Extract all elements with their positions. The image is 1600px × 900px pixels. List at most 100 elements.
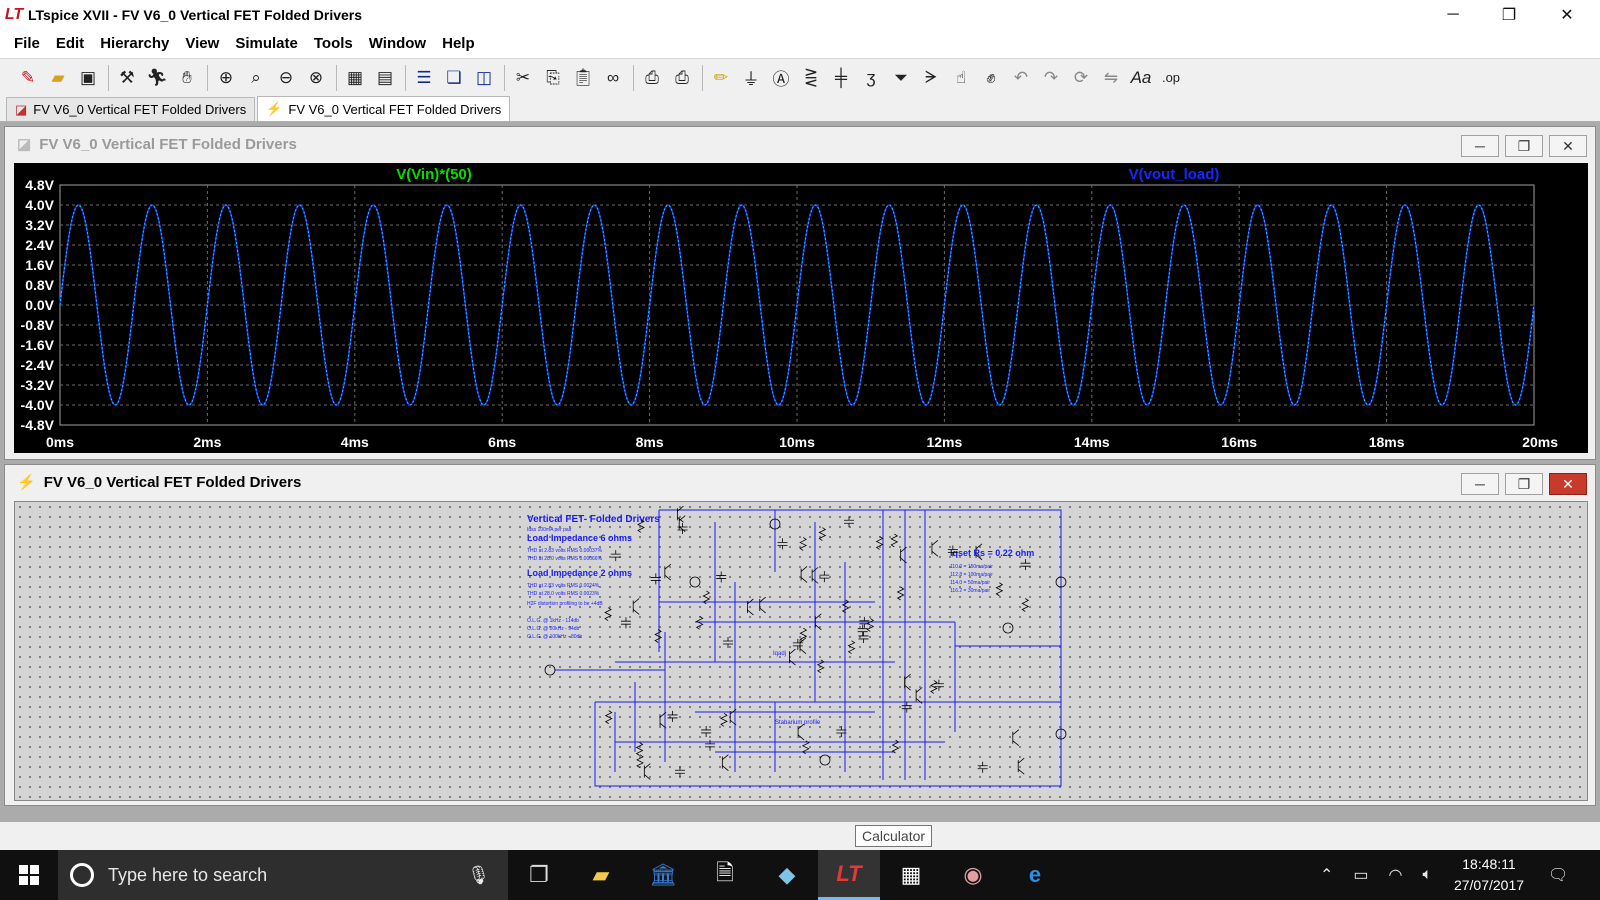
- calculator-icon[interactable]: ▦: [880, 850, 942, 900]
- volume-icon[interactable]: 🔈︎: [1423, 866, 1433, 884]
- taskbar-clock[interactable]: 18:48:11 27/07/2017: [1434, 854, 1544, 896]
- open-icon[interactable]: ▰: [44, 64, 72, 92]
- capacitor-icon[interactable]: ╪: [827, 64, 855, 92]
- draw-wire-icon[interactable]: ✏: [707, 64, 735, 92]
- capacitor: [716, 571, 727, 583]
- print-setup-icon[interactable]: ⎙: [638, 64, 666, 92]
- start-button[interactable]: [0, 850, 58, 900]
- tab-schematic[interactable]: ⚡ FV V6_0 Vertical FET Folded Drivers: [257, 96, 511, 121]
- move-icon[interactable]: ✊︎: [977, 64, 1005, 92]
- undo-icon[interactable]: ↶: [1007, 64, 1035, 92]
- resistor: [799, 627, 808, 642]
- menu-view[interactable]: View: [177, 30, 227, 58]
- ltspice-taskbar-icon[interactable]: LT: [818, 850, 880, 900]
- menu-edit[interactable]: Edit: [48, 30, 92, 58]
- redo-icon[interactable]: ↷: [1037, 64, 1065, 92]
- edge-browser-icon[interactable]: e: [1004, 850, 1066, 900]
- autorange-icon[interactable]: ▦: [341, 64, 369, 92]
- transistor: [797, 723, 805, 741]
- transistor: [664, 563, 672, 581]
- schematic-note-thd6b: THD at 28.0 volts RMS 0.00066%: [527, 556, 603, 562]
- mirror-icon[interactable]: ⇋: [1097, 64, 1125, 92]
- resistor: [635, 742, 644, 756]
- menu-hierarchy[interactable]: Hierarchy: [92, 30, 177, 58]
- menu-file[interactable]: File: [6, 30, 48, 58]
- zoom-out-icon[interactable]: ⊖: [272, 64, 300, 92]
- control-panel-icon[interactable]: ⚒: [113, 64, 141, 92]
- resistor: [896, 586, 905, 601]
- document-icon[interactable]: 🗎: [694, 850, 756, 900]
- taskbar-search[interactable]: Type here to search 🎙︎: [58, 850, 508, 900]
- waveform-plot[interactable]: 4.8V 4.0V 3.2V 2.4V 1.6V 0.8V 0.0V -0.8V -1.6V -2…: [14, 163, 1588, 453]
- paint-icon[interactable]: ◉: [942, 850, 1004, 900]
- ground-icon[interactable]: ⏚: [737, 64, 765, 92]
- resistor: [818, 527, 827, 541]
- resistor: [604, 607, 612, 621]
- resistor-icon[interactable]: ⋛: [797, 64, 825, 92]
- grid-icon[interactable]: ▤: [371, 64, 399, 92]
- ltspice-logo-icon: LT: [4, 6, 24, 23]
- drag-icon[interactable]: ☝︎: [947, 64, 975, 92]
- microphone-icon[interactable]: 🎙︎: [467, 865, 490, 886]
- schematic-canvas[interactable]: Vertical FET- Folded Drivers Idss 100mA …: [14, 501, 1588, 801]
- tile-vertical-icon[interactable]: ◫: [470, 64, 498, 92]
- label-net-icon[interactable]: Ⓐ: [767, 64, 795, 92]
- capacitor: [723, 636, 734, 648]
- component-icon[interactable]: ᗒ: [917, 64, 945, 92]
- schematic-note-load2: Load Impedance 2 ohms: [527, 568, 632, 578]
- waveform-maximize-button[interactable]: ❐: [1505, 135, 1543, 157]
- transistor: [721, 754, 729, 771]
- schematic-maximize-button[interactable]: ❐: [1505, 473, 1543, 495]
- menu-help[interactable]: Help: [434, 30, 483, 58]
- x-tick-label: 8ms: [636, 434, 664, 450]
- run-icon[interactable]: 🏃︎: [143, 64, 171, 92]
- new-schematic-icon[interactable]: ✎: [14, 64, 42, 92]
- action-center-icon[interactable]: 🗨︎: [1548, 850, 1568, 900]
- notepad-icon[interactable]: ◆: [756, 850, 818, 900]
- schematic-note-iq3: 114.0 = 50ma/pair: [950, 580, 990, 586]
- cascade-icon[interactable]: ❏: [440, 64, 468, 92]
- find-icon[interactable]: ∞: [599, 64, 627, 92]
- waveform-minimize-button[interactable]: ─: [1461, 135, 1499, 157]
- diode-icon[interactable]: ⏷: [887, 64, 915, 92]
- x-tick-label: 12ms: [926, 434, 962, 450]
- chevron-up-icon[interactable]: ⌃: [1320, 865, 1333, 885]
- battery-icon[interactable]: ▭: [1353, 865, 1368, 885]
- halt-icon[interactable]: ✋︎: [173, 64, 201, 92]
- print-icon[interactable]: ⎙: [668, 64, 696, 92]
- text-icon[interactable]: Aa: [1127, 64, 1155, 92]
- schematic-minimize-button[interactable]: ─: [1461, 473, 1499, 495]
- y-tick-label: -4.8V: [21, 417, 55, 433]
- zoom-rect-icon[interactable]: ⌕: [242, 64, 270, 92]
- save-icon[interactable]: ▣: [74, 64, 102, 92]
- file-explorer-icon[interactable]: ▰: [570, 850, 632, 900]
- waveform-close-button[interactable]: ✕: [1549, 135, 1587, 157]
- rotate-icon[interactable]: ⟳: [1067, 64, 1095, 92]
- cut-icon[interactable]: ✂: [509, 64, 537, 92]
- menu-simulate[interactable]: Simulate: [227, 30, 306, 58]
- minimize-button[interactable]: ─: [1424, 0, 1482, 30]
- library-icon[interactable]: 🏛︎: [632, 850, 694, 900]
- wifi-icon[interactable]: ◠: [1389, 865, 1403, 885]
- menu-tools[interactable]: Tools: [306, 30, 361, 58]
- voltage-source: [689, 576, 701, 588]
- transistor: [915, 687, 923, 704]
- schematic-close-button[interactable]: ✕: [1549, 473, 1587, 495]
- y-tick-label: -2.4V: [21, 357, 55, 373]
- tab-waveform[interactable]: ◪ FV V6_0 Vertical FET Folded Drivers: [6, 97, 256, 121]
- paste-icon[interactable]: 📋︎: [569, 64, 597, 92]
- x-tick-label: 6ms: [488, 434, 516, 450]
- zoom-cancel-icon[interactable]: ⊗: [302, 64, 330, 92]
- spice-directive-icon[interactable]: .op: [1157, 64, 1185, 92]
- inductor-icon[interactable]: ʒ: [857, 64, 885, 92]
- capacitor: [901, 701, 912, 713]
- zoom-in-icon[interactable]: ⊕: [212, 64, 240, 92]
- close-button[interactable]: ✕: [1538, 0, 1596, 30]
- task-view-icon[interactable]: ❐: [508, 850, 570, 900]
- resistor: [875, 536, 884, 550]
- menu-window[interactable]: Window: [361, 30, 434, 58]
- x-tick-label: 20ms: [1522, 434, 1558, 450]
- maximize-button[interactable]: ❐: [1480, 0, 1538, 30]
- tile-horizontal-icon[interactable]: ☰: [410, 64, 438, 92]
- copy-icon[interactable]: ⎘: [539, 64, 567, 92]
